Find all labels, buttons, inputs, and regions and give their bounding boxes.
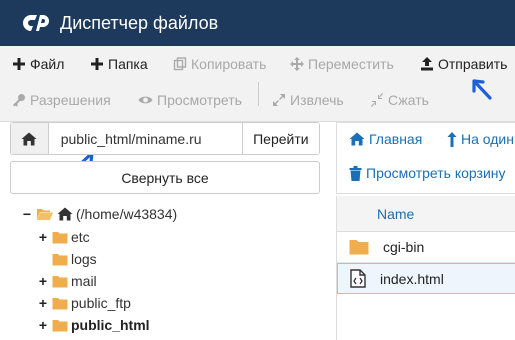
view-button[interactable]: Просмотреть xyxy=(138,82,242,118)
tree-item-public-html[interactable]: + public_html xyxy=(38,314,150,336)
plus-icon xyxy=(91,58,103,70)
expand-toggle[interactable]: + xyxy=(38,317,48,333)
home-button[interactable] xyxy=(11,123,49,154)
home-link-label: Главная xyxy=(369,131,423,147)
expand-icon xyxy=(273,94,285,106)
home-icon xyxy=(57,207,73,221)
folder-icon xyxy=(52,275,68,287)
tree-item-label: logs xyxy=(71,251,97,267)
home-icon xyxy=(349,132,365,146)
new-folder-button[interactable]: Папка xyxy=(90,46,148,82)
file-name: index.html xyxy=(380,270,444,287)
tree-item-label: etc xyxy=(71,229,90,245)
new-folder-label: Папка xyxy=(108,56,148,72)
path-input[interactable] xyxy=(48,123,242,154)
collapse-toggle[interactable]: − xyxy=(22,206,32,222)
tree-item-public-ftp[interactable]: + public_ftp xyxy=(38,292,131,314)
code-file-icon xyxy=(350,269,366,288)
folder-icon xyxy=(52,231,68,243)
trash-icon xyxy=(349,165,362,181)
collapse-all-button[interactable]: Свернуть все xyxy=(10,161,320,194)
view-trash-link[interactable]: Просмотреть корзину xyxy=(349,165,506,181)
expand-toggle[interactable]: + xyxy=(38,295,48,311)
key-icon xyxy=(13,94,25,107)
permissions-label: Разрешения xyxy=(30,92,111,108)
extract-label: Извлечь xyxy=(290,92,344,108)
view-label: Просмотреть xyxy=(157,92,242,108)
tree-item-etc[interactable]: + etc xyxy=(38,226,90,248)
new-file-label: Файл xyxy=(30,56,65,72)
tree-root-label: (/home/w43834) xyxy=(76,206,178,222)
level-up-icon xyxy=(447,131,457,147)
expand-toggle[interactable]: + xyxy=(38,229,48,245)
file-nav-panel: Главная На один Просмотреть корзину xyxy=(336,122,515,194)
upload-icon xyxy=(421,57,433,71)
tree-root[interactable]: − (/home/w43834) xyxy=(22,203,177,225)
home-icon xyxy=(21,132,37,145)
table-row[interactable]: cgi-bin xyxy=(337,232,515,263)
upload-label: Отправить xyxy=(438,56,508,72)
copy-icon xyxy=(173,57,187,71)
permissions-button[interactable]: Разрешения xyxy=(12,82,111,118)
expand-toggle[interactable]: + xyxy=(38,273,48,289)
copy-label: Копировать xyxy=(191,56,267,72)
compress-label: Сжать xyxy=(388,92,429,108)
tree-item-label: public_ftp xyxy=(71,295,131,311)
folder-icon xyxy=(52,297,68,309)
table-row[interactable]: index.html xyxy=(337,263,515,294)
go-button[interactable]: Перейти xyxy=(241,123,319,154)
folder-icon xyxy=(52,319,68,331)
file-name: cgi-bin xyxy=(383,239,425,255)
upload-button[interactable]: Отправить xyxy=(420,46,507,82)
table-header: Name xyxy=(337,196,515,232)
folder-open-icon xyxy=(37,209,53,220)
up-one-level-label: На один xyxy=(461,131,514,147)
new-file-button[interactable]: Файл xyxy=(12,46,64,82)
plus-icon xyxy=(13,58,25,70)
toolbar-divider xyxy=(258,82,259,106)
move-icon xyxy=(290,57,304,71)
path-bar: Перейти xyxy=(10,122,320,155)
tree-item-mail[interactable]: + mail xyxy=(38,270,97,292)
extract-button[interactable]: Извлечь xyxy=(272,82,344,118)
file-table: Name cgi-bin index.html xyxy=(336,196,515,340)
tree-item-label: public_html xyxy=(71,317,150,333)
move-button[interactable]: Переместить xyxy=(290,46,394,82)
eye-icon xyxy=(138,96,153,104)
page-title: Диспетчер файлов xyxy=(60,12,219,33)
tree-item-logs[interactable]: logs xyxy=(52,248,97,270)
up-one-level-link[interactable]: На один xyxy=(447,131,514,147)
app-header: Диспетчер файлов xyxy=(0,0,515,46)
compress-icon xyxy=(371,93,383,107)
move-label: Переместить xyxy=(308,56,394,72)
folder-icon xyxy=(349,240,369,255)
compress-button[interactable]: Сжать xyxy=(370,82,429,118)
folder-icon xyxy=(52,253,68,265)
tree-item-label: mail xyxy=(71,273,97,289)
view-trash-label: Просмотреть корзину xyxy=(366,165,506,181)
annotation-arrow-icon xyxy=(472,79,492,100)
cpanel-logo-icon xyxy=(23,15,49,31)
home-link[interactable]: Главная xyxy=(349,131,422,147)
copy-button[interactable]: Копировать xyxy=(173,46,266,82)
name-column-header[interactable]: Name xyxy=(377,206,414,222)
